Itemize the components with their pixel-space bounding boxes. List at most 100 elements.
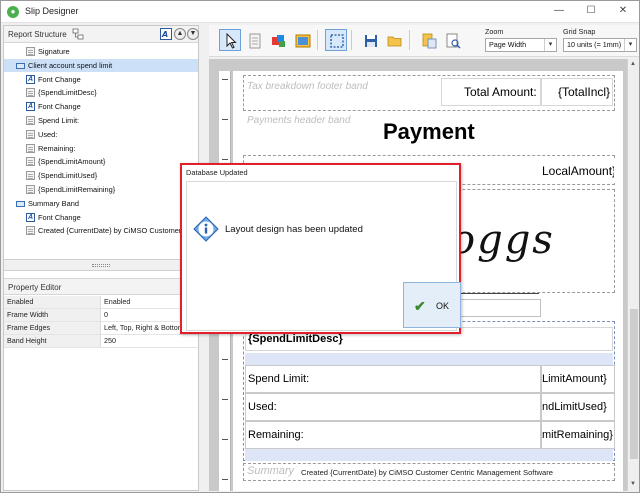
open-button[interactable] (383, 29, 405, 51)
tree-item-label: Used: (38, 129, 58, 139)
tree-item-label: {SpendLimitUsed} (38, 171, 98, 181)
scroll-up-icon[interactable]: ▲ (630, 61, 636, 67)
property-row[interactable]: Band Height 250 (4, 335, 198, 348)
zoom-select-value: Page Width (489, 40, 527, 49)
grid-snap-select-value: 10 units (= 1mm) (567, 40, 622, 49)
shapes-icon (272, 35, 285, 47)
local-amount-field[interactable]: LocalAmount} (541, 159, 615, 183)
document-icon (26, 157, 35, 167)
tree-item[interactable]: A Font Change (4, 73, 198, 87)
tree-item-label: Client account spend limit (28, 60, 113, 70)
used-label[interactable]: Used: (245, 393, 541, 421)
band-icon (16, 62, 25, 69)
ruler-tick (222, 119, 228, 120)
summary-band-label: Summary (247, 465, 295, 477)
maximize-button[interactable]: ☐ (579, 3, 603, 19)
chevron-down-icon[interactable]: ▾ (544, 39, 556, 51)
ruler-tick (222, 79, 228, 80)
report-structure-tree: Signature Client account spend limit A Font… (4, 44, 198, 258)
font-change-icon: A (26, 74, 35, 84)
spend-limit-used-field[interactable]: ndLimitUsed} (541, 393, 615, 421)
insert-shapes-button[interactable] (267, 29, 289, 51)
tree-item-label: {SpendLimitDesc} (38, 88, 97, 98)
tree-item[interactable]: A Font Change (4, 211, 198, 225)
load-template-button[interactable] (417, 29, 439, 51)
scroll-down-icon[interactable]: ▼ (630, 481, 636, 487)
zoom-select[interactable]: Page Width ▾ (485, 38, 557, 52)
move-down-icon[interactable]: ▼ (187, 28, 199, 40)
tree-item[interactable]: {SpendLimitRemaining} (4, 183, 198, 197)
property-row[interactable]: Enabled Enabled (4, 296, 198, 309)
tree-item[interactable]: Created {CurrentDate} by CiMSO Customer … (4, 224, 198, 238)
property-row[interactable]: Frame Edges Left, Top, Right & Bottom (4, 322, 198, 335)
tree-item-label: Font Change (38, 102, 81, 112)
dashed-select-icon (330, 34, 344, 48)
grid-snap-select[interactable]: 10 units (= 1mm) ▾ (563, 38, 637, 52)
total-incl-field[interactable]: {TotalIncl} (541, 78, 613, 106)
ruler-tick (222, 359, 228, 360)
scrollbar-thumb[interactable] (630, 309, 638, 459)
band-spacer (245, 353, 613, 365)
preview-icon (446, 33, 461, 49)
database-updated-dialog: Database Updated Layout design has been … (180, 163, 461, 334)
tree-item[interactable]: {SpendLimitAmount} (4, 155, 198, 169)
chevron-down-icon[interactable]: ▾ (624, 39, 636, 51)
tree-item[interactable]: Used: (4, 128, 198, 142)
property-value[interactable]: 250 (104, 335, 196, 347)
tree-item[interactable]: Signature (4, 45, 198, 59)
tree-node-icon[interactable] (72, 28, 84, 40)
tree-item-label: Summary Band (28, 198, 79, 208)
vertical-scrollbar[interactable]: ▲ ▼ (627, 59, 639, 491)
panel-splitter[interactable] (4, 259, 198, 271)
created-by-text[interactable]: Created {CurrentDate} by CiMSO Customer … (301, 468, 553, 477)
band-spacer (245, 449, 613, 461)
pointer-tool-button[interactable] (219, 29, 241, 51)
close-button[interactable]: ✕ (611, 3, 635, 19)
dialog-message: Layout design has been updated (225, 224, 363, 235)
insert-image-button[interactable] (291, 29, 313, 51)
pointer-icon (226, 32, 237, 49)
move-up-icon[interactable]: ▲ (174, 28, 186, 40)
property-key: Frame Width (4, 309, 101, 321)
document-icon (26, 185, 35, 194)
folder-open-icon (387, 36, 402, 47)
total-amount-label[interactable]: Total Amount: (441, 78, 541, 106)
tree-item[interactable]: {SpendLimitDesc} (4, 86, 198, 100)
font-change-icon[interactable]: A (160, 28, 172, 40)
ruler-tick (222, 439, 228, 440)
print-preview-button[interactable] (441, 29, 463, 51)
property-row[interactable]: Frame Width 0 (4, 309, 198, 322)
app-icon: ● (7, 6, 19, 18)
band-icon (16, 200, 25, 207)
tree-item[interactable]: {SpendLimitUsed} (4, 169, 198, 183)
tree-item-label: {SpendLimitRemaining} (38, 185, 116, 194)
tree-item[interactable]: Remaining: (4, 142, 198, 156)
ruler-tick (222, 399, 228, 400)
ok-button[interactable]: ✔ OK (403, 282, 461, 328)
select-band-button[interactable] (325, 29, 347, 51)
dialog-title: Database Updated (186, 168, 248, 177)
tree-item[interactable]: Client account spend limit (4, 58, 198, 73)
title-bar: ● Slip Designer — ☐ ✕ (1, 1, 639, 23)
save-button[interactable] (359, 29, 381, 51)
payment-title[interactable]: Payment (383, 119, 475, 145)
ruler-tick (222, 479, 228, 480)
remaining-label[interactable]: Remaining: (245, 421, 541, 449)
spend-limit-amount-field[interactable]: LimitAmount} (541, 365, 615, 393)
template-icon (422, 33, 437, 49)
minimize-button[interactable]: — (547, 3, 571, 19)
spend-limit-remaining-field[interactable]: mitRemaining} (541, 421, 615, 449)
tree-item[interactable]: Spend Limit: (4, 114, 198, 128)
signature-image[interactable]: oggs (451, 217, 555, 263)
grid-snap-label: Grid Snap (563, 27, 596, 36)
insert-text-button[interactable] (243, 29, 265, 51)
tree-item[interactable]: A Font Change (4, 100, 198, 114)
slip-designer-window: ● Slip Designer — ☐ ✕ Report Structure A… (0, 0, 640, 493)
splitter-grip[interactable] (92, 264, 110, 267)
property-editor-header: Property Editor (4, 278, 198, 295)
info-icon (193, 216, 219, 242)
spend-limit-label[interactable]: Spend Limit: (245, 365, 541, 393)
toolbar-separator (317, 30, 318, 50)
designer-toolbar: Zoom Page Width ▾ Grid Snap 10 units (= … (209, 25, 639, 57)
tree-item[interactable]: Summary Band (4, 197, 198, 211)
